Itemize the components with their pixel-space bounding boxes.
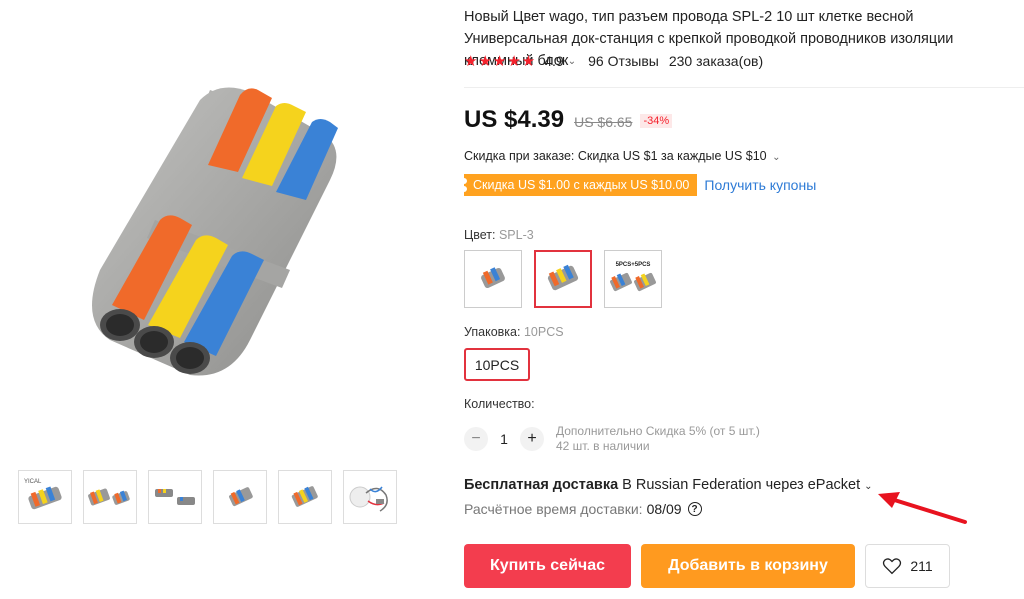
- rating-value[interactable]: 4.9: [544, 53, 563, 69]
- quantity-label: Количество:: [464, 397, 535, 411]
- original-price: US $6.65: [574, 114, 633, 130]
- free-delivery-label: Бесплатная доставка: [464, 477, 619, 493]
- delivery-time-row: Расчётное время доставки: 08/09 ?: [464, 501, 702, 517]
- divider: [464, 87, 1024, 88]
- color-option-spl3[interactable]: [534, 250, 592, 308]
- buy-now-button[interactable]: Купить сейчас: [464, 544, 631, 588]
- package-value: 10PCS: [523, 325, 564, 339]
- chevron-down-icon[interactable]: ⌄: [568, 56, 576, 67]
- color-label-row: Цвет: SPL-3: [464, 228, 534, 242]
- extra-discount-note: Дополнительно Скидка 5% (от 5 шт.): [556, 424, 760, 438]
- current-price: US $4.39: [464, 106, 565, 133]
- help-icon[interactable]: ?: [687, 502, 702, 516]
- color-value: SPL-3: [498, 228, 534, 242]
- wishlist-button[interactable]: 211: [865, 544, 950, 588]
- order-discount-dropdown[interactable]: Скидка при заказе: Скидка US $1 за кажды…: [464, 149, 792, 163]
- wishlist-count: 211: [910, 558, 933, 574]
- stock-note: 42 шт. в наличии: [556, 439, 650, 453]
- quantity-note: Дополнительно Скидка 5% (от 5 шт.) 42 шт…: [556, 424, 760, 454]
- delivery-route: В Russian Federation через ePacket: [618, 477, 861, 493]
- package-label-row: Упаковка: 10PCS: [464, 325, 564, 339]
- reviews-link[interactable]: 96 Отзывы: [588, 53, 659, 69]
- quantity-increase-button[interactable]: +: [520, 427, 544, 451]
- orders-count: 230 заказа(ов): [668, 53, 764, 69]
- heart-icon: [883, 558, 902, 575]
- get-coupons-link[interactable]: Получить купоны: [704, 177, 816, 193]
- package-label: Упаковка:: [464, 325, 521, 339]
- discount-badge: -34%: [640, 114, 673, 128]
- delivery-time-value: 08/09: [646, 501, 682, 517]
- delivery-dropdown[interactable]: Бесплатная доставка В Russian Federation…: [464, 477, 873, 493]
- thumbnail-5[interactable]: [278, 470, 332, 524]
- order-discount-text: Скидка при заказе: Скидка US $1 за кажды…: [464, 149, 767, 163]
- rating-stars-icon: ★★★★★: [464, 53, 537, 70]
- quantity-decrease-button[interactable]: −: [464, 427, 488, 451]
- thumbnail-1[interactable]: YICAL: [18, 470, 72, 524]
- quantity-input[interactable]: 1: [488, 431, 520, 447]
- color-options: 5PCS+5PCS: [464, 250, 662, 308]
- color-option-5pcs-5pcs[interactable]: 5PCS+5PCS: [604, 250, 662, 308]
- add-to-cart-button[interactable]: Добавить в корзину: [641, 544, 855, 588]
- main-product-image[interactable]: [20, 20, 420, 440]
- thumbnail-strip: YICAL: [18, 470, 397, 524]
- chevron-down-icon: ⌄: [772, 152, 781, 163]
- price-row: US $4.39 US $6.65 -34%: [464, 106, 673, 134]
- annotation-arrow-icon: [878, 492, 967, 524]
- package-option-10pcs[interactable]: 10PCS: [464, 348, 530, 381]
- thumbnail-3[interactable]: [148, 470, 202, 524]
- color-option-spl2[interactable]: [464, 250, 522, 308]
- rating-row: ★★★★★ 4.9 ⌄ 96 Отзывы 230 заказа(ов): [464, 52, 763, 70]
- thumbnail-6[interactable]: [343, 470, 397, 524]
- coupon-row: Скидка US $1.00 с каждых US $10.00 Получ…: [460, 174, 816, 196]
- color-label: Цвет:: [464, 228, 496, 242]
- thumbnail-1-brand: YICAL: [24, 479, 42, 485]
- coupon-tag: Скидка US $1.00 с каждых US $10.00: [460, 174, 698, 196]
- thumbnail-4[interactable]: [213, 470, 267, 524]
- quantity-stepper: − 1 + Дополнительно Скидка 5% (от 5 шт.)…: [464, 424, 760, 454]
- thumbnail-2[interactable]: [83, 470, 137, 524]
- delivery-time-label: Расчётное время доставки:: [464, 501, 643, 517]
- color-option-label: 5PCS+5PCS: [616, 262, 651, 268]
